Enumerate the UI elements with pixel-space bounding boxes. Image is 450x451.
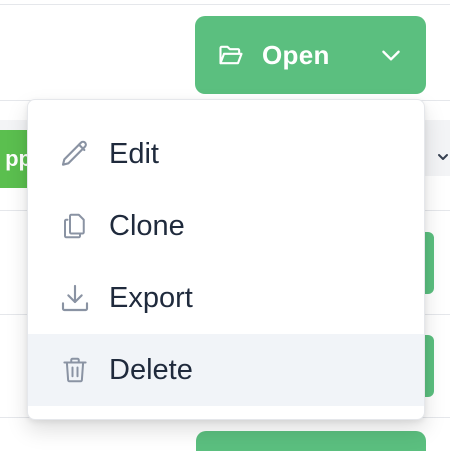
menu-item-export[interactable]: Export	[28, 262, 424, 334]
menu-item-label: Delete	[109, 353, 193, 386]
folder-open-icon	[217, 41, 245, 69]
trash-icon	[58, 353, 92, 387]
row-action-button[interactable]	[196, 431, 426, 451]
chevron-down-icon[interactable]	[436, 150, 450, 164]
menu-item-label: Export	[109, 281, 193, 314]
open-button-label: Open	[262, 39, 330, 70]
menu-item-delete[interactable]: Delete	[28, 334, 424, 406]
pencil-icon	[58, 137, 92, 171]
menu-item-label: Clone	[109, 209, 185, 242]
divider	[0, 4, 450, 5]
row-action-button[interactable]	[424, 232, 434, 294]
menu-item-label: Edit	[109, 137, 159, 170]
copy-icon	[58, 209, 92, 243]
row-action-button[interactable]	[424, 335, 434, 397]
menu-item-clone[interactable]: Clone	[28, 190, 424, 262]
dropdown-menu: Edit Clone Export Delete	[27, 99, 425, 420]
open-main-action[interactable]: Open	[195, 16, 330, 94]
download-icon	[58, 281, 92, 315]
open-button[interactable]: Open	[195, 16, 426, 94]
chevron-down-icon[interactable]	[376, 16, 406, 94]
menu-item-edit[interactable]: Edit	[28, 118, 424, 190]
